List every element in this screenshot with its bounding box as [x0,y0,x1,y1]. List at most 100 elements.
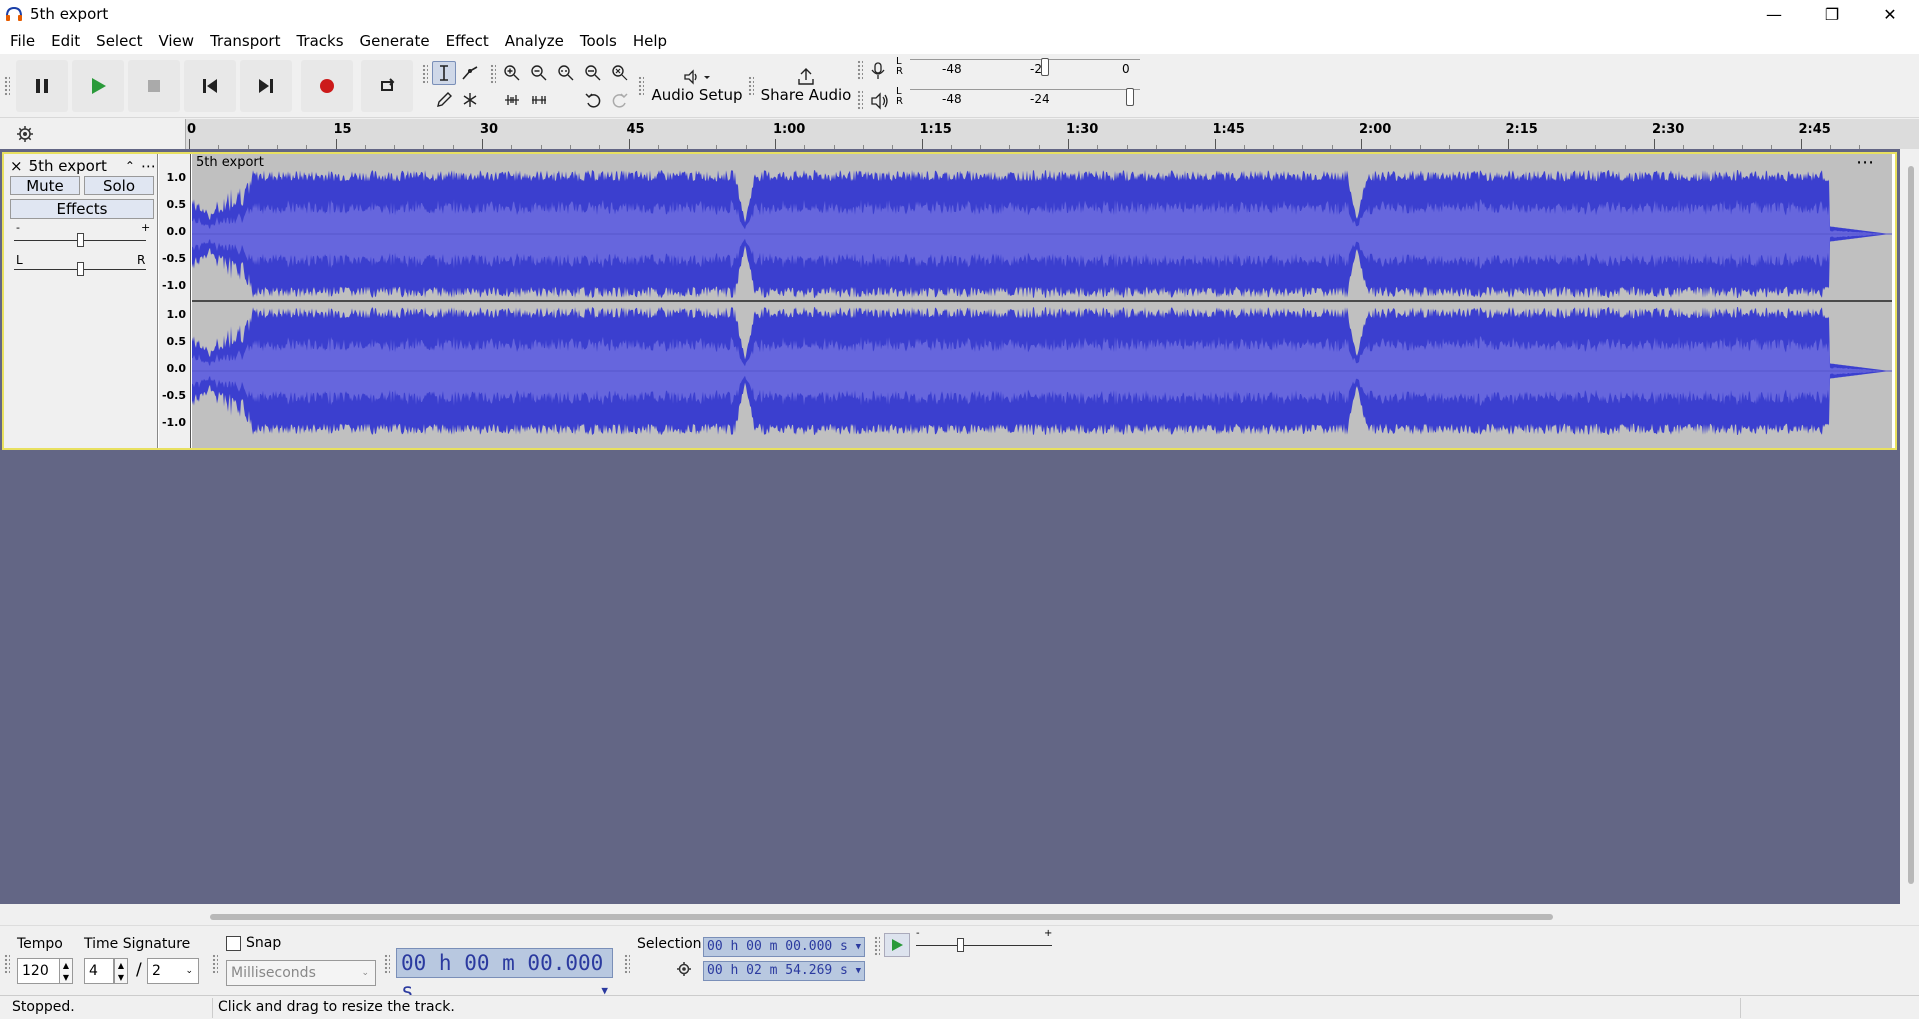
collapse-track-icon[interactable]: ⌃ [125,159,135,173]
numerator-spinner[interactable]: ▲ ▼ [114,958,128,984]
snap-checkbox[interactable] [226,936,241,951]
play-at-speed-grip[interactable] [874,936,880,956]
menu-generate[interactable]: Generate [352,28,438,54]
menu-view[interactable]: View [150,28,202,54]
record-volume-thumb[interactable] [1041,58,1049,76]
pause-button[interactable] [16,60,68,112]
solo-button[interactable]: Solo [84,176,154,195]
timeline-ruler[interactable]: 0 15 30 45 1:00 1:15 1:30 1:45 2:00 2:15 2:30 2:45 [0,119,1919,149]
clip-name[interactable]: 5th export [196,155,264,170]
loop-button[interactable] [361,60,413,112]
snap-unit-select[interactable]: Milliseconds ⌄ [226,960,376,986]
gear-icon[interactable] [17,126,33,142]
zoom-toggle-icon [612,65,628,81]
clip-menu-icon[interactable]: ⋯ [1856,152,1874,173]
share-toolbar-grip[interactable] [748,76,754,96]
fit-selection-button[interactable] [554,61,578,85]
track-area[interactable]: × 5th export ⌃ ⋯ Mute Solo Effects - + L… [0,149,1900,904]
fit-project-button[interactable] [581,61,605,85]
multi-tool-button[interactable] [458,88,482,112]
speed-slider-knob[interactable] [957,938,964,952]
microphone-icon[interactable] [870,62,886,80]
waveform-channel-left[interactable] [192,170,1892,298]
speed-slider-track[interactable] [916,945,1052,946]
audio-setup-toolbar-grip[interactable] [638,76,644,96]
ruler-track[interactable]: 0 15 30 45 1:00 1:15 1:30 1:45 2:00 2:15 2:30 2:45 [187,119,1885,149]
time-signature-grip[interactable] [4,954,10,974]
time-signature-denominator[interactable]: 2 ⌄ [147,958,199,984]
selection-end-time[interactable]: 00 h 02 m 54.269 s ▼ [703,961,865,981]
play-meter-grip[interactable] [857,90,863,110]
track-name-row[interactable]: × 5th export ⌃ ⋯ [10,157,156,175]
selection-gear-icon[interactable] [676,961,692,977]
meter-lr-label: LR [896,86,903,107]
playback-meter[interactable]: LR -48 -24 [896,86,1146,112]
selection-label: Selection [637,936,702,952]
record-meter[interactable]: LR -48 -24 0 [896,56,1146,82]
playback-volume-thumb[interactable] [1126,88,1134,106]
tempo-input[interactable]: 120 [17,958,61,984]
stop-button[interactable] [128,60,180,112]
menu-bar: File Edit Select View Transport Tracks G… [0,28,1919,54]
envelope-tool-button[interactable] [458,61,482,85]
menu-effect[interactable]: Effect [438,28,497,54]
skip-to-start-button[interactable] [184,60,236,112]
time-display[interactable]: 00 h 00 m 00.000 s ▼ [396,948,613,1003]
close-icon[interactable]: ✕ [1861,0,1919,28]
record-button[interactable] [301,60,353,112]
play-button[interactable] [72,60,124,112]
menu-select[interactable]: Select [88,28,150,54]
track-name[interactable]: 5th export [29,157,107,175]
menu-tracks[interactable]: Tracks [288,28,351,54]
audio-clip[interactable]: 5th export ⋯ [192,152,1892,448]
restore-icon[interactable]: ❐ [1803,0,1861,28]
redo-button[interactable] [608,88,632,112]
menu-help[interactable]: Help [625,28,675,54]
menu-edit[interactable]: Edit [43,28,88,54]
transport-toolbar-grip[interactable] [4,76,10,96]
speaker-icon[interactable] [870,92,890,110]
trim-audio-button[interactable] [500,88,524,112]
track-menu-icon[interactable]: ⋯ [141,157,156,175]
skip-to-end-button[interactable] [240,60,292,112]
zoom-out-button[interactable] [527,61,551,85]
menu-analyze[interactable]: Analyze [497,28,572,54]
close-track-icon[interactable]: × [10,157,23,175]
time-toolbar-grip[interactable] [384,954,390,974]
pan-slider[interactable] [14,262,146,276]
snap-grip[interactable] [212,954,218,974]
selection-tool-button[interactable] [432,61,456,85]
minimize-icon[interactable]: — [1745,0,1803,28]
time-signature-numerator[interactable]: 4 [84,958,114,984]
selection-start-time[interactable]: 00 h 00 m 00.000 s ▼ [703,937,865,957]
gain-slider[interactable] [14,233,146,247]
silence-audio-button[interactable] [527,88,551,112]
vertical-scale[interactable]: 1.0 0.5 0.0 -0.5 -1.0 1.0 0.5 0.0 -0.5 -… [159,154,191,448]
zoom-toggle-button[interactable] [608,61,632,85]
tempo-label: Tempo [17,936,63,952]
effects-button[interactable]: Effects [10,199,154,219]
waveform[interactable] [192,154,1892,448]
share-audio-button[interactable]: Share Audio [760,60,852,112]
menu-file[interactable]: File [2,28,43,54]
tools-toolbar-grip[interactable] [422,64,428,84]
menu-tools[interactable]: Tools [572,28,625,54]
audio-track[interactable]: × 5th export ⌃ ⋯ Mute Solo Effects - + L… [2,152,1897,450]
mute-button[interactable]: Mute [10,176,80,195]
draw-tool-button[interactable] [432,88,456,112]
share-audio-label: Share Audio [760,86,852,104]
zoom-in-button[interactable] [500,61,524,85]
vertical-scrollbar[interactable] [1908,166,1914,884]
selection-toolbar-grip[interactable] [624,954,630,974]
edit-toolbar-grip[interactable] [490,64,496,84]
audio-setup-button[interactable]: Audio Setup [650,60,744,112]
record-meter-grip[interactable] [857,60,863,80]
waveform-channel-right[interactable] [192,307,1892,435]
menu-transport[interactable]: Transport [202,28,288,54]
undo-button[interactable] [581,88,605,112]
tempo-spinner[interactable]: ▲ ▼ [59,958,73,984]
horizontal-scrollbar[interactable] [210,914,1553,920]
gain-slider-knob[interactable] [77,233,84,247]
play-at-speed-button[interactable] [884,933,910,957]
pan-slider-knob[interactable] [77,262,84,276]
